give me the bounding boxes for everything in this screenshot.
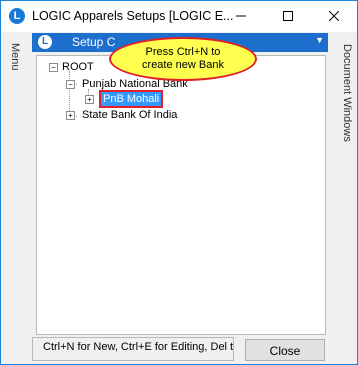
close-button[interactable]: Close <box>245 339 325 361</box>
tree-node-root[interactable]: ROOT <box>62 60 94 74</box>
status-bar: Ctrl+N for New, Ctrl+E for Editing, Del … <box>32 337 234 361</box>
panel-logo-icon: L <box>38 35 52 49</box>
window-title: LOGIC Apparels Setups [LOGIC E... <box>32 9 234 23</box>
tree-node-pnb-mohali[interactable]: PnB Mohali <box>98 90 164 108</box>
close-window-button[interactable] <box>311 1 357 32</box>
help-callout: Press Ctrl+N to create new Bank <box>109 37 257 81</box>
document-windows-label[interactable]: Document Windows <box>341 44 353 142</box>
panel-title: Setup C <box>72 35 116 49</box>
menu-rail[interactable] <box>1 33 29 363</box>
tree-node-state-bank-of-india[interactable]: State Bank Of India <box>82 108 177 122</box>
close-icon <box>329 11 339 21</box>
app-window: L LOGIC Apparels Setups [LOGIC E... Menu… <box>0 0 358 365</box>
title-bar[interactable]: L LOGIC Apparels Setups [LOGIC E... <box>1 1 357 32</box>
tree-toggle-pnb-mohali[interactable]: + <box>85 95 94 104</box>
minimize-button[interactable] <box>218 1 264 32</box>
menu-rail-label[interactable]: Menu <box>9 43 21 71</box>
callout-line-2: create new Bank <box>142 59 224 71</box>
tree-toggle-state-bank-of-india[interactable]: + <box>66 111 75 120</box>
chevron-down-icon[interactable]: ▼ <box>315 35 324 45</box>
tree-toggle-punjab-national-bank[interactable]: − <box>66 80 75 89</box>
maximize-icon <box>283 11 293 21</box>
minimize-icon <box>236 15 246 17</box>
maximize-button[interactable] <box>265 1 311 32</box>
root-collapse-toggle[interactable]: − <box>49 63 58 72</box>
status-hint-text: Ctrl+N for New, Ctrl+E for Editing, Del … <box>43 341 234 353</box>
app-logo-icon: L <box>9 8 25 24</box>
callout-line-1: Press Ctrl+N to <box>145 46 221 58</box>
bank-tree[interactable]: − ROOT − Punjab National Bank + PnB Moha… <box>36 55 326 335</box>
